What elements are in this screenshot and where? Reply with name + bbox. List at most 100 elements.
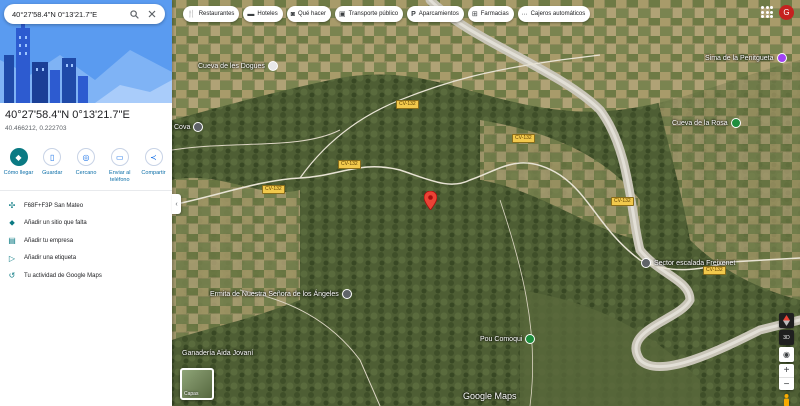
zoom-in-button[interactable]: + [779,364,794,377]
bookmark-icon: ▯ [43,148,62,166]
save-button[interactable]: ▯ Guardar [36,148,69,184]
road-label: CV-132 [262,185,285,194]
road-label: CV-132 [611,197,634,206]
restaurant-icon: 🍴 [187,11,196,18]
compass-icon[interactable] [779,313,794,328]
map-place-sima-penitgueta[interactable]: Sima de la Penitgueta [705,53,787,63]
account-area: G [759,4,794,20]
add-place-icon: ⬥ [9,218,15,228]
maps-activity-row[interactable]: ↺ Tu actividad de Google Maps [5,267,172,285]
pharmacy-icon: ⊞ [471,11,478,18]
plus-code-row[interactable]: ✣ F68F+F3P San Mateo [5,197,172,215]
location-pin-icon[interactable] [424,191,437,210]
chip-label: Restaurantes [198,11,235,17]
business-icon: ▤ [8,236,16,246]
place-label: Ermita de Nuestra Señora de los Ángeles [210,290,339,298]
label-icon: ▷ [8,253,16,263]
road-label: CV-132 [396,100,419,109]
plus-code-icon: ✣ [8,201,16,211]
chip-label: Farmacias [480,11,509,17]
parking-icon: P [411,10,416,18]
place-marker-icon [341,289,352,299]
apps-grid-icon[interactable] [759,4,775,20]
chip-pharmacies[interactable]: ⊞ Farmacias [467,6,514,22]
chip-parking[interactable]: P Aparcamientos [407,6,464,22]
zoom-control: + − [779,364,794,390]
search-icon[interactable] [127,7,141,21]
add-missing-place-row[interactable]: ⬥ Añadir un sitio que falta [5,215,172,233]
chip-atms[interactable]: ∙∙∙ Cajeros automáticos [517,6,591,22]
map-place-ganaderia[interactable]: Ganadería Aida Jovaní [182,350,253,357]
place-marker-icon [641,258,651,268]
chevron-left-icon: ‹ [175,200,178,208]
chip-label: Hoteles [257,11,278,17]
decimal-coordinates[interactable]: 40.466212, 0.222703 [5,125,167,132]
add-business-row[interactable]: ▤ Añadir tu empresa [5,232,172,250]
detail-label: Añadir un sitio que falta [24,220,87,227]
place-details-list: ✣ F68F+F3P San Mateo ⬥ Añadir un sitio q… [0,191,172,285]
map-place-sector-escalada[interactable]: Sector escalada Freixenet [641,258,735,268]
place-label: Cueva de les Dogues [198,62,265,70]
avatar[interactable]: G [779,4,794,20]
action-label: Cercano [75,170,97,176]
place-title: 40°27'58.4"N 0°13'21.7"E [5,109,130,121]
action-label: Guardar [42,170,63,176]
action-label: Compartir [141,170,166,176]
layers-label: Capas [184,391,199,397]
directions-button[interactable]: ◆ Cómo llegar [2,148,35,184]
add-label-row[interactable]: ▷ Añadir una etiqueta [5,250,172,268]
place-marker-icon [730,118,741,128]
place-label: Cova [174,123,191,131]
map-place-ermita[interactable]: Ermita de Nuestra Señora de los Ángeles [210,289,352,299]
search-input[interactable]: 40°27'58.4"N 0°13'21.7"E [12,10,123,19]
share-icon: ≺ [144,148,163,166]
map-controls: 3D ◉ + − [778,313,795,406]
chip-label: Aparcamientos [418,11,459,17]
action-bar: ◆ Cómo llegar ▯ Guardar ◎ Cercano ▭ Envi… [0,148,172,184]
detail-label: Añadir tu empresa [24,237,74,244]
place-marker-icon [776,53,787,63]
map-place-cueva-rosa[interactable]: Cueva de la Rosa [672,118,741,128]
phone-icon: ▭ [110,148,129,166]
nearby-button[interactable]: ◎ Cercano [70,148,103,184]
place-side-panel: 40°27'58.4"N 0°13'21.7"E 40°27'58.4"N 0°… [0,0,172,406]
map-place-edge[interactable]: Cova [174,122,204,132]
street-view-pegman-icon[interactable] [783,394,790,406]
hotel-icon: ▬ [247,10,255,18]
place-marker-icon [525,334,536,344]
place-label: Cueva de la Rosa [672,119,728,127]
map-place-pou-comoqui[interactable]: Pou Comoqui [480,334,536,344]
share-button[interactable]: ≺ Compartir [137,148,170,184]
layers-toggle-button[interactable]: Capas [180,368,214,400]
detail-label: F68F+F3P San Mateo [24,202,84,209]
action-label: Cómo llegar [3,170,34,176]
send-to-phone-button[interactable]: ▭ Enviar al teléfono [103,148,136,184]
detail-label: Tu actividad de Google Maps [24,272,102,279]
chip-transit[interactable]: ▣ Transporte público [335,6,404,22]
chip-label: Cajeros automáticos [530,11,586,17]
place-header: 40°27'58.4"N 0°13'21.7"E 40.466212, 0.22… [0,103,172,132]
close-icon[interactable] [145,7,159,21]
detail-label: Añadir una etiqueta [24,255,77,262]
history-icon: ↺ [8,271,16,281]
place-label: Sima de la Penitgueta [705,54,774,62]
collapse-panel-button[interactable]: ‹ [172,194,181,214]
my-location-icon[interactable]: ◉ [779,347,794,362]
road-label: CV-132 [512,134,535,143]
road-label: CV-132 [338,160,361,169]
place-label: Ganadería Aida Jovaní [182,350,254,357]
chip-things-to-do[interactable]: ◙ Qué hacer [286,6,332,22]
camera-icon: ◙ [290,10,295,18]
chip-hotels[interactable]: ▬ Hoteles [243,6,283,22]
category-chips: 🍴 Restaurantes ▬ Hoteles ◙ Qué hacer ▣ Trans… [183,6,591,22]
3d-toggle-button[interactable]: 3D [779,330,794,345]
action-label: Enviar al teléfono [109,170,131,183]
place-hero-illustration: 40°27'58.4"N 0°13'21.7"E [0,0,172,103]
transit-icon: ▣ [339,11,346,18]
place-label: Pou Comoqui [480,335,523,343]
search-box[interactable]: 40°27'58.4"N 0°13'21.7"E [4,4,165,24]
zoom-out-button[interactable]: − [779,377,794,390]
chip-restaurants[interactable]: 🍴 Restaurantes [183,6,240,22]
map-place-cueva-dogues[interactable]: Cueva de les Dogues [198,61,278,71]
directions-icon: ◆ [9,148,28,166]
